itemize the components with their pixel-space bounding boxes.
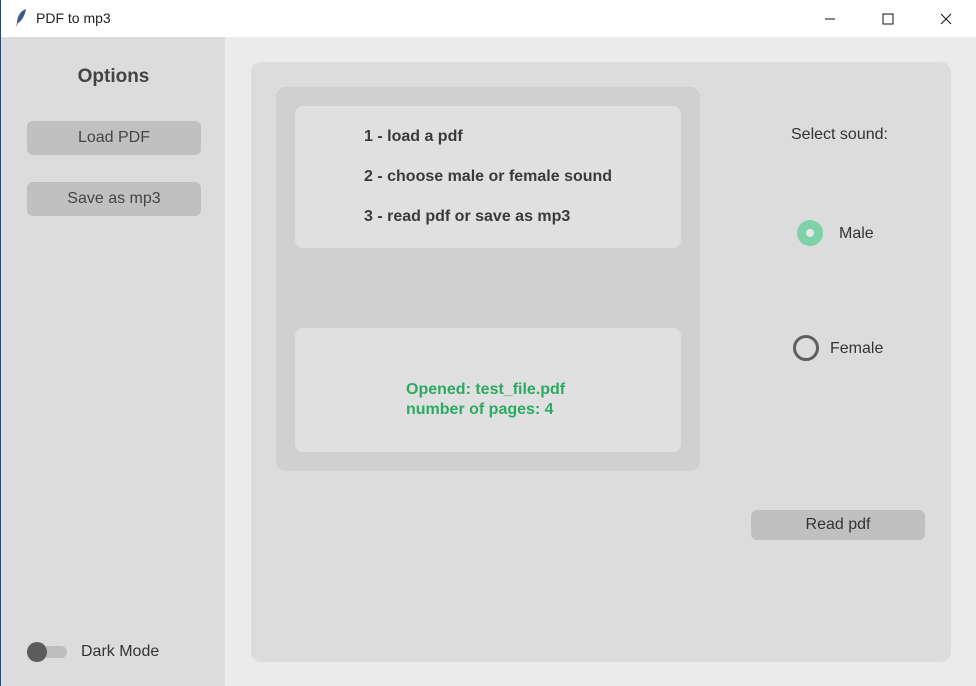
read-pdf-button[interactable]: Read pdf (751, 510, 925, 540)
radio-selected-dot (806, 229, 814, 237)
dark-mode-label[interactable]: Dark Mode (81, 643, 159, 661)
load-pdf-button[interactable]: Load PDF (27, 121, 201, 155)
instruction-step-2: 2 - choose male or female sound (364, 168, 613, 185)
maximize-button[interactable] (865, 0, 911, 37)
page-count-text: number of pages: 4 (406, 401, 554, 418)
female-radio-label[interactable]: Female (830, 340, 883, 358)
minimize-icon (825, 18, 835, 19)
male-radio-label[interactable]: Male (839, 225, 874, 243)
male-radio[interactable] (797, 220, 823, 246)
maximize-icon (882, 13, 894, 24)
female-radio[interactable] (793, 335, 819, 361)
opened-file-text: Opened: test_file.pdf (406, 381, 566, 398)
close-button[interactable] (923, 0, 969, 37)
sidebar-title: Options (77, 66, 150, 87)
dark-mode-switch[interactable] (27, 642, 67, 662)
minimize-button[interactable] (807, 0, 853, 37)
select-sound-label: Select sound: (791, 126, 888, 143)
save-mp3-button[interactable]: Save as mp3 (27, 182, 201, 216)
sidebar: Options Load PDF Save as mp3 Dark Mode (0, 37, 225, 686)
close-icon (940, 13, 952, 24)
window-title: PDF to mp3 (36, 10, 111, 26)
title-bar: PDF to mp3 (0, 0, 976, 37)
instruction-step-1: 1 - load a pdf (364, 128, 463, 145)
feather-icon (16, 9, 26, 27)
switch-knob (27, 642, 47, 662)
instruction-step-3: 3 - read pdf or save as mp3 (364, 208, 571, 225)
